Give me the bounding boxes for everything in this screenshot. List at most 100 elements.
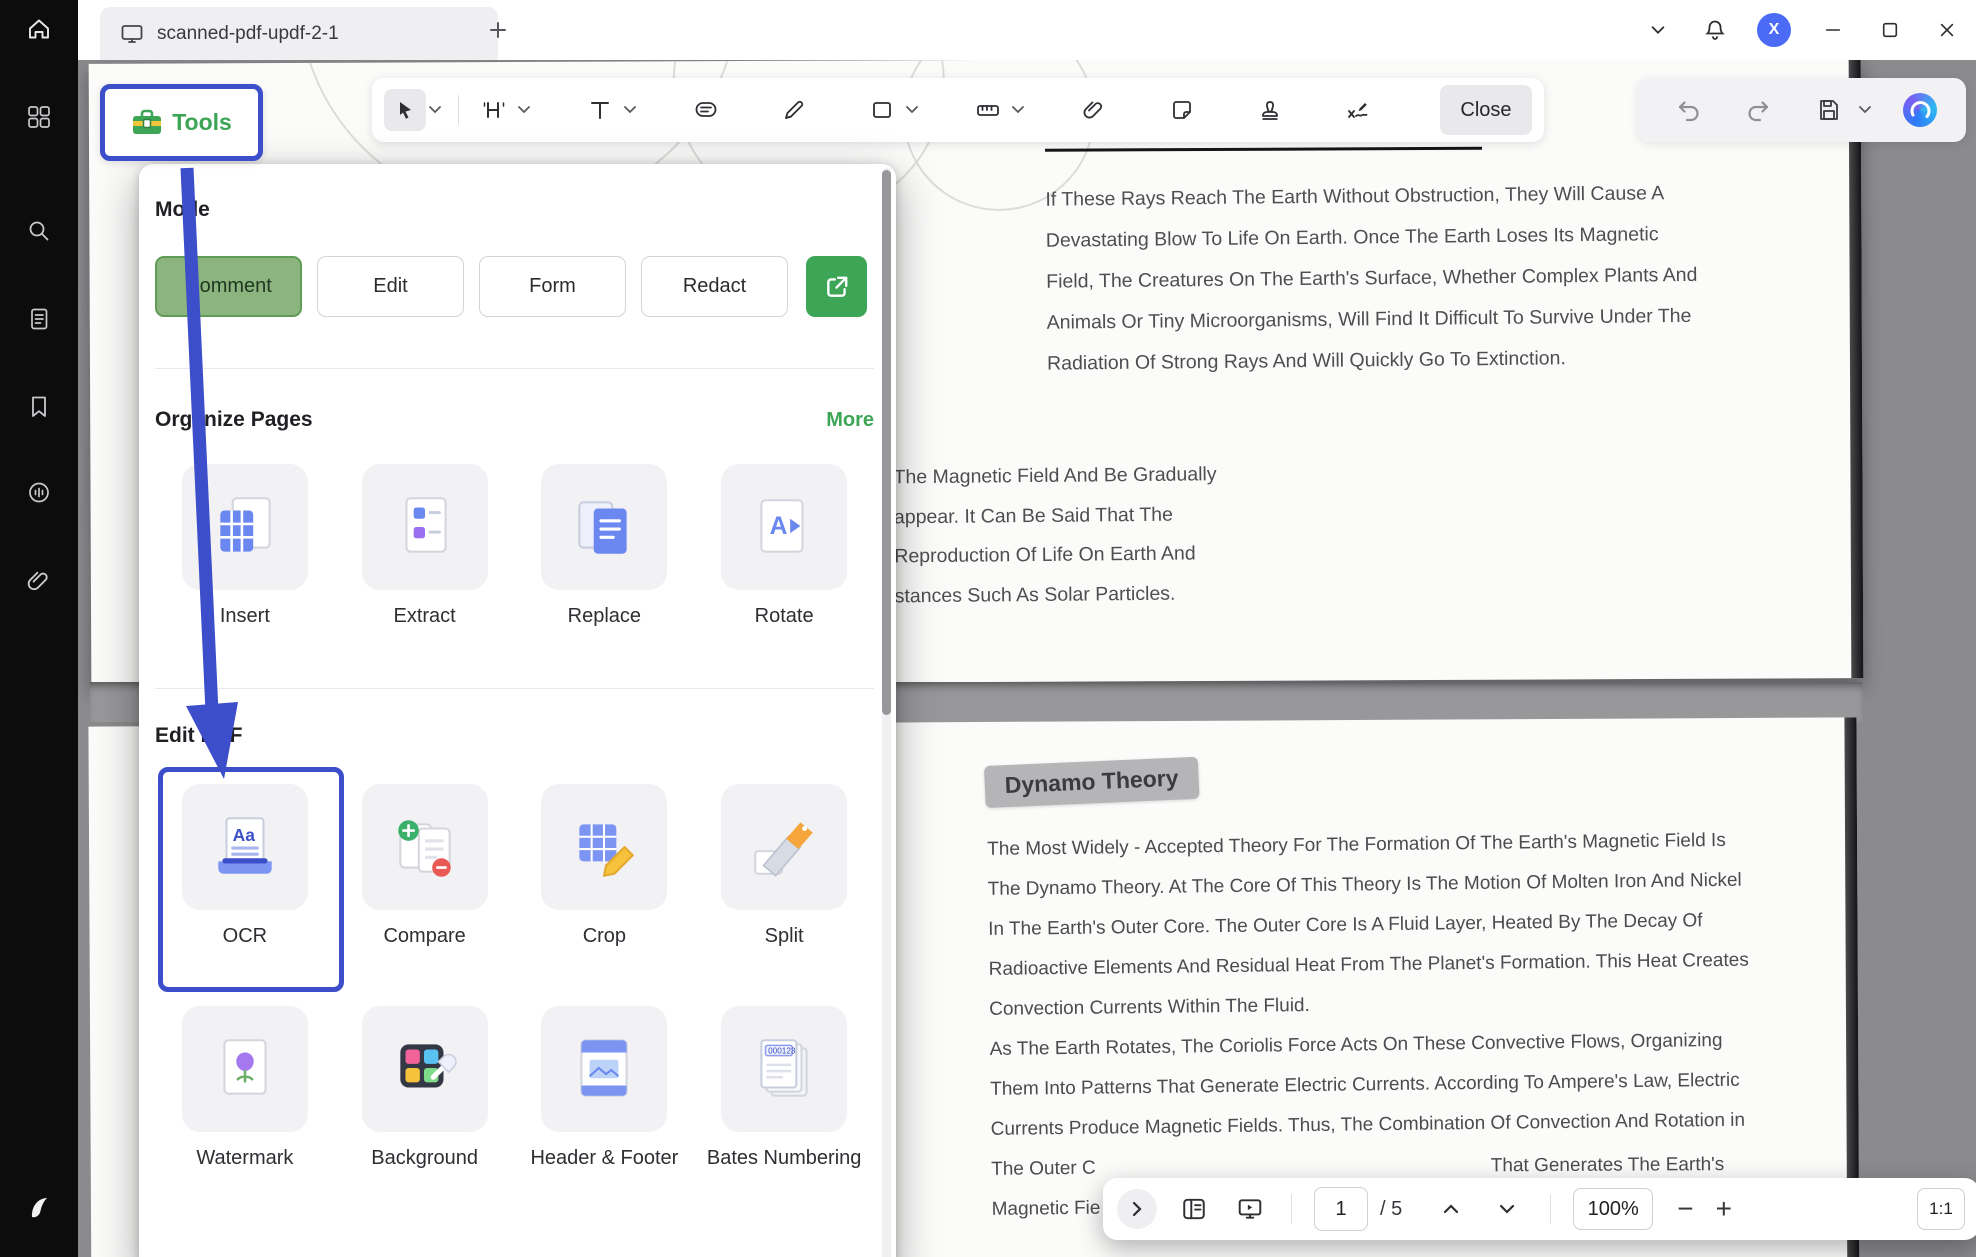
doc-text-line: Animals Or Tiny Microorganisms, Will Fin… bbox=[1046, 296, 1698, 344]
sidebar-comments-button[interactable] bbox=[19, 473, 59, 513]
zoom-out-button[interactable]: − bbox=[1677, 1195, 1693, 1223]
sidebar-attachments-button[interactable] bbox=[19, 561, 59, 601]
sidebar-home-button[interactable] bbox=[19, 9, 59, 49]
cursor-tool-button[interactable] bbox=[384, 89, 426, 131]
doc-text-line: That Generates The Earth's bbox=[1491, 1154, 1725, 1177]
attachment-tool-button[interactable] bbox=[1073, 89, 1115, 131]
sidebar-search-button[interactable] bbox=[19, 211, 59, 251]
sidebar-bookmark-button[interactable] bbox=[19, 387, 59, 427]
sidebar-apps-button[interactable] bbox=[19, 97, 59, 137]
chevron-down-icon bbox=[1858, 105, 1872, 115]
mode-edit-button[interactable]: Edit bbox=[317, 256, 464, 317]
tool-card-replace[interactable]: Replace bbox=[515, 464, 695, 629]
tool-card-bates-numbering[interactable]: 000123 Bates Numbering bbox=[694, 1006, 874, 1171]
panel-scrollbar-thumb[interactable] bbox=[882, 170, 891, 715]
thumbnail-panel-button[interactable] bbox=[1179, 1194, 1209, 1224]
cursor-tool-dropdown[interactable] bbox=[426, 105, 444, 115]
svg-text:A: A bbox=[770, 513, 788, 540]
card-label: Split bbox=[694, 924, 874, 949]
tool-card-compare[interactable]: Compare bbox=[335, 784, 515, 949]
sidebar-pages-button[interactable] bbox=[19, 299, 59, 339]
tool-card-extract[interactable]: Extract bbox=[335, 464, 515, 629]
extract-icon bbox=[362, 464, 488, 590]
minimize-button[interactable] bbox=[1818, 15, 1848, 45]
heading-tool-dropdown[interactable] bbox=[515, 105, 533, 115]
card-label: Compare bbox=[335, 924, 515, 949]
notifications-button[interactable] bbox=[1700, 15, 1730, 45]
panel-scrollbar bbox=[882, 168, 891, 1257]
redo-button[interactable] bbox=[1738, 89, 1780, 131]
tool-card-watermark[interactable]: Watermark bbox=[155, 1006, 335, 1171]
split-icon bbox=[721, 784, 847, 910]
header-footer-icon bbox=[541, 1006, 667, 1132]
tools-panel: Mode Comment Edit Form Redact Organize P… bbox=[139, 164, 896, 1257]
mode-buttons: Comment Edit Form Redact bbox=[155, 256, 874, 317]
close-window-button[interactable] bbox=[1932, 15, 1962, 45]
monitor-icon bbox=[120, 22, 144, 46]
signature-tool-button[interactable] bbox=[1337, 89, 1379, 131]
bates-icon: 000123 bbox=[721, 1006, 847, 1132]
tool-card-rotate[interactable]: A Rotate bbox=[694, 464, 874, 629]
zoom-level-box[interactable]: 100% bbox=[1573, 1188, 1653, 1230]
edit-pdf-cards-row2: Watermark Background Header & Footer 000… bbox=[155, 1006, 874, 1171]
pen-tool-button[interactable] bbox=[773, 89, 815, 131]
document-tab[interactable]: scanned-pdf-updf-2-1 bbox=[100, 7, 498, 60]
doc-text-line: The Magnetic Field And Be Gradually bbox=[893, 455, 1216, 498]
panel-divider bbox=[155, 368, 874, 369]
paperclip-icon bbox=[26, 568, 52, 594]
next-page-button[interactable] bbox=[1492, 1194, 1522, 1224]
doc-text-line: Devastating Blow To Life On Earth. Once … bbox=[1046, 214, 1698, 262]
shape-tool-dropdown[interactable] bbox=[903, 105, 921, 115]
tool-card-split[interactable]: Split bbox=[694, 784, 874, 949]
page-navigation-bar: / 5 100% − + 1:1 bbox=[1103, 1178, 1976, 1240]
pen-tool-icon bbox=[782, 98, 806, 122]
tool-card-header-footer[interactable]: Header & Footer bbox=[515, 1006, 695, 1171]
previous-page-button[interactable] bbox=[1436, 1194, 1466, 1224]
note-tool-icon bbox=[694, 98, 718, 122]
maximize-icon bbox=[1881, 21, 1899, 39]
search-icon bbox=[26, 218, 52, 244]
page-number-input[interactable] bbox=[1314, 1187, 1368, 1231]
bottom-bar-divider bbox=[1550, 1194, 1551, 1224]
maximize-button[interactable] bbox=[1875, 15, 1905, 45]
tool-card-background[interactable]: Background bbox=[335, 1006, 515, 1171]
presentation-button[interactable] bbox=[1235, 1194, 1265, 1224]
sticker-tool-button[interactable] bbox=[1161, 89, 1203, 131]
note-tool-button[interactable] bbox=[685, 89, 727, 131]
measure-tool-dropdown[interactable] bbox=[1009, 105, 1027, 115]
text-tool-dropdown[interactable] bbox=[621, 105, 639, 115]
sticker-icon bbox=[1170, 98, 1194, 122]
stamp-tool-button[interactable] bbox=[1249, 89, 1291, 131]
external-link-icon bbox=[824, 274, 850, 300]
replace-icon bbox=[541, 464, 667, 590]
updf-ai-button[interactable] bbox=[1903, 93, 1937, 127]
zoom-in-button[interactable]: + bbox=[1716, 1195, 1732, 1223]
chevron-right-icon bbox=[1127, 1199, 1147, 1219]
open-in-new-window-button[interactable] bbox=[806, 256, 867, 317]
mode-redact-button[interactable]: Redact bbox=[641, 256, 788, 317]
mode-comment-button[interactable]: Comment bbox=[155, 256, 302, 317]
expand-panel-button[interactable] bbox=[1117, 1189, 1157, 1229]
mode-form-button[interactable]: Form bbox=[479, 256, 626, 317]
measure-tool-button[interactable] bbox=[967, 89, 1009, 131]
card-label: Extract bbox=[335, 604, 515, 629]
account-avatar[interactable]: X bbox=[1757, 13, 1791, 47]
undo-button[interactable] bbox=[1667, 89, 1709, 131]
save-dropdown[interactable] bbox=[1856, 105, 1874, 115]
cursor-icon bbox=[393, 98, 417, 122]
close-tools-button[interactable]: Close bbox=[1440, 85, 1532, 135]
text-tool-button[interactable] bbox=[579, 89, 621, 131]
heading-tool-button[interactable] bbox=[473, 89, 515, 131]
tool-card-insert[interactable]: Insert bbox=[155, 464, 335, 629]
tools-button[interactable]: Tools bbox=[100, 84, 263, 161]
sidebar-brand-button[interactable] bbox=[19, 1187, 59, 1227]
apps-grid-icon bbox=[26, 104, 52, 130]
save-button[interactable] bbox=[1808, 89, 1850, 131]
new-tab-button[interactable] bbox=[482, 14, 514, 46]
tabs-dropdown-button[interactable] bbox=[1643, 15, 1673, 45]
shape-tool-button[interactable] bbox=[861, 89, 903, 131]
tool-card-crop[interactable]: Crop bbox=[515, 784, 695, 949]
tool-card-ocr[interactable]: Aa OCR bbox=[155, 784, 335, 949]
more-link[interactable]: More bbox=[826, 409, 874, 432]
actual-size-button[interactable]: 1:1 bbox=[1917, 1188, 1965, 1230]
